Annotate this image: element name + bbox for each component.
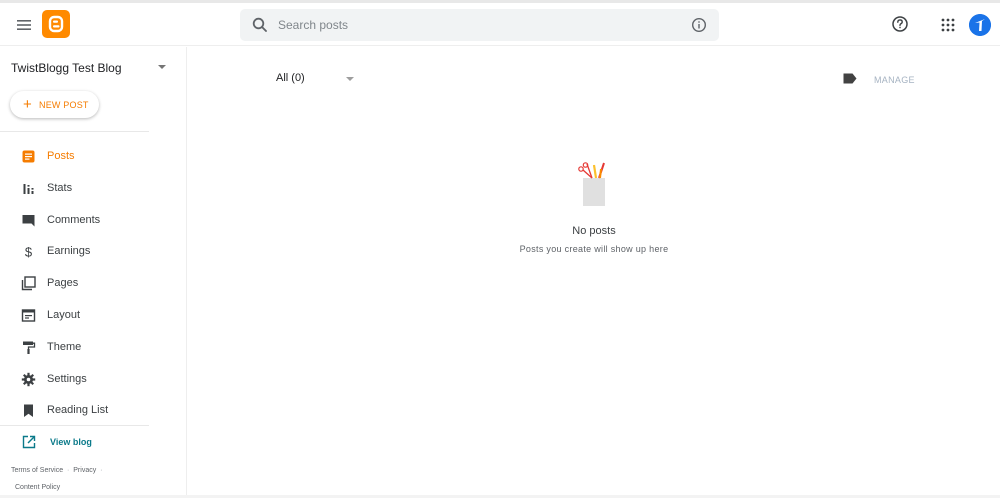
layout-icon bbox=[21, 309, 36, 322]
content-policy-link[interactable]: Content Policy bbox=[15, 484, 60, 491]
separator-dot: · bbox=[65, 467, 72, 474]
sidebar-item-earnings[interactable]: $ Earnings bbox=[0, 236, 187, 268]
sidebar-item-theme[interactable]: Theme bbox=[0, 332, 187, 364]
blog-name: TwistBlogg Test Blog bbox=[11, 61, 122, 75]
bookmark-icon bbox=[24, 404, 33, 418]
blogger-logo-icon[interactable] bbox=[42, 10, 70, 38]
sidebar-nav: Posts Stats Comments $ Earnings Pages La… bbox=[0, 141, 187, 427]
search-bar bbox=[240, 9, 719, 41]
terms-link[interactable]: Terms of Service bbox=[11, 467, 63, 474]
divider bbox=[0, 131, 149, 132]
sidebar-item-label: Posts bbox=[47, 150, 75, 162]
sidebar-item-label: Comments bbox=[47, 213, 101, 226]
pages-icon bbox=[21, 276, 36, 291]
view-blog-label: View blog bbox=[50, 437, 92, 447]
dollar-icon: $ bbox=[25, 245, 33, 260]
pencil-cup-icon bbox=[578, 162, 605, 206]
sidebar-item-label: Reading List bbox=[47, 404, 109, 417]
gear-icon bbox=[21, 372, 36, 386]
view-blog-link[interactable]: View blog bbox=[0, 431, 149, 453]
empty-state-title: No posts bbox=[572, 225, 616, 237]
post-filter-dropdown[interactable]: All (0) bbox=[276, 69, 364, 87]
manage-button[interactable]: MANAGE bbox=[874, 75, 915, 85]
apps-grid-icon[interactable] bbox=[940, 17, 956, 33]
hamburger-menu-icon[interactable] bbox=[14, 15, 34, 35]
new-post-label: NEW POST bbox=[39, 100, 89, 110]
sidebar-item-label: Layout bbox=[47, 308, 81, 321]
search-icon[interactable] bbox=[251, 16, 269, 34]
blog-selector[interactable]: TwistBlogg Test Blog bbox=[0, 47, 187, 87]
separator-dot: · bbox=[98, 467, 103, 474]
comments-icon bbox=[22, 214, 35, 227]
paint-roller-icon bbox=[23, 341, 36, 354]
sidebar-item-settings[interactable]: Settings bbox=[0, 364, 187, 396]
privacy-link[interactable]: Privacy bbox=[73, 467, 96, 474]
sidebar: TwistBlogg Test Blog + NEW POST Posts St… bbox=[0, 47, 187, 498]
footer-links: Terms of Service · Privacy · Content Pol… bbox=[11, 462, 102, 496]
sidebar-item-posts[interactable]: Posts bbox=[0, 141, 187, 173]
svg-text:$: $ bbox=[25, 245, 33, 260]
info-icon[interactable] bbox=[691, 17, 707, 33]
sidebar-item-reading-list[interactable]: Reading List bbox=[0, 395, 187, 427]
divider bbox=[0, 425, 149, 426]
filter-label: All (0) bbox=[276, 72, 305, 84]
posts-icon bbox=[22, 150, 35, 163]
label-icon[interactable] bbox=[843, 73, 857, 84]
help-icon[interactable] bbox=[891, 15, 909, 33]
sidebar-item-label: Earnings bbox=[47, 245, 91, 258]
sidebar-item-pages[interactable]: Pages bbox=[0, 268, 187, 300]
empty-state-subtitle: Posts you create will show up here bbox=[519, 244, 669, 254]
chevron-down-icon bbox=[158, 65, 166, 69]
sidebar-item-label: Theme bbox=[47, 340, 82, 353]
open-in-new-icon bbox=[22, 435, 36, 449]
main-content: All (0) MANAGE No posts Posts you create… bbox=[188, 47, 1000, 498]
chevron-down-icon bbox=[346, 77, 354, 81]
search-input[interactable] bbox=[278, 9, 678, 41]
plus-icon: + bbox=[23, 96, 32, 113]
app-header bbox=[0, 3, 1000, 46]
sidebar-item-label: Stats bbox=[47, 181, 73, 194]
new-post-button[interactable]: + NEW POST bbox=[10, 91, 99, 118]
account-avatar[interactable] bbox=[969, 14, 991, 36]
sidebar-item-label: Pages bbox=[47, 277, 79, 290]
sidebar-item-label: Settings bbox=[47, 372, 87, 385]
sidebar-item-stats[interactable]: Stats bbox=[0, 173, 187, 205]
sidebar-item-layout[interactable]: Layout bbox=[0, 300, 187, 332]
sidebar-item-comments[interactable]: Comments bbox=[0, 205, 187, 237]
stats-icon bbox=[23, 183, 34, 194]
